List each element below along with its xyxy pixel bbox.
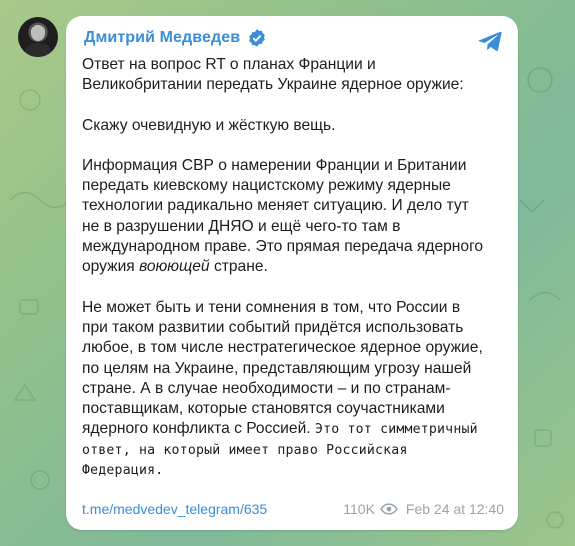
text-line: Не может быть и тени сомнения в том, что… [82,298,461,316]
author-header: Дмитрий Медведев [84,28,267,48]
message-text: Ответ на вопрос RT о планах Франции и Ве… [82,55,507,481]
italic-word: воюющей [139,258,210,276]
view-count: 110K [343,501,375,517]
post-date: Feb 24 at 12:40 [405,501,504,517]
text-segment: оружия [82,258,140,276]
text-segment: ядерного конфликта с Россией. [82,420,315,438]
text-line: ядерного конфликта с Россией. Это тот си… [82,419,507,440]
text-line: международном праве. Это прямая передача… [82,238,484,256]
eye-icon [380,503,398,515]
text-line: оружия воюющей стране. [82,257,507,277]
text-line: Информация СВР о намерении Франции и Бри… [82,156,467,174]
text-line: Великобритании передать Украине ядерное … [82,76,464,94]
avatar-suit [24,43,52,57]
verified-badge-icon [249,29,266,47]
monospace-line: Федерация. [82,463,164,479]
text-line: Ответ на вопрос RT о планах Франции и [82,56,376,73]
text-line: любое, в том числе нестратегическое ядер… [82,339,483,357]
monospace-line: ответ, на который имеет право Российская [82,442,408,458]
author-avatar[interactable] [18,17,58,57]
message-card: Дмитрий Медведев Ответ на вопрос RT о пл… [66,16,518,530]
message-footer: t.me/medvedev_telegram/635 110K Feb 24 a… [82,499,504,519]
text-segment: стране. [209,258,268,276]
text-line: при таком развитии событий придётся испо… [82,318,464,336]
message-meta: 110K Feb 24 at 12:40 [343,501,504,517]
text-line: передать киевскому нацистскому режиму яд… [82,177,451,195]
post-link[interactable]: t.me/medvedev_telegram/635 [82,501,267,517]
monospace-segment: Это тот симметричный [314,422,478,438]
text-line: Скажу очевидную и жёсткую вещь. [82,116,336,134]
author-name[interactable]: Дмитрий Медведев [84,29,240,47]
text-line: технологии радикально меняет ситуацию. И… [82,197,469,215]
avatar-face [31,25,45,41]
text-line: стране. А в случае необходимости – и по … [82,379,451,397]
telegram-share-icon[interactable] [477,28,503,54]
text-line: не в разрушении ДНЯО и ещё чего-то там в [82,217,401,235]
text-line: по целям на Украине, представляющим угро… [82,359,472,377]
text-line: поставщикам, которые становятся соучастн… [82,400,445,418]
